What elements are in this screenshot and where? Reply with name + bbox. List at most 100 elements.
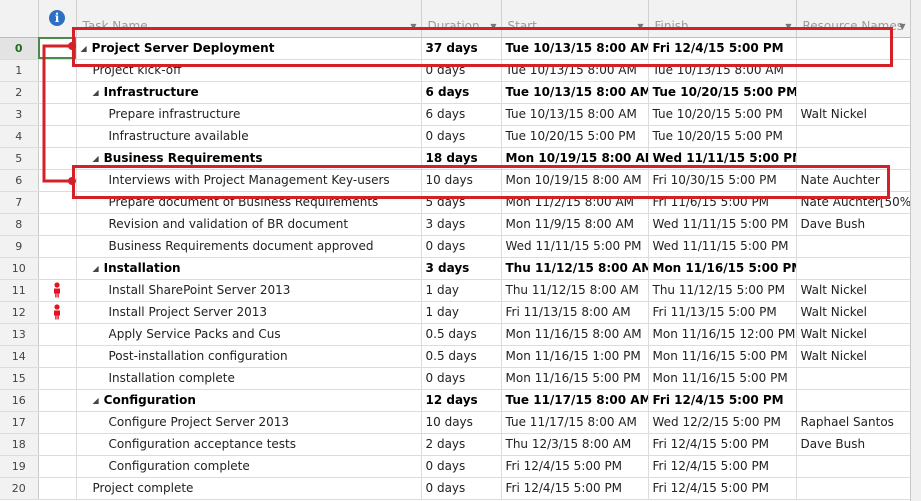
row-number[interactable]: 9: [0, 235, 39, 258]
resource-names-cell[interactable]: Dave Bush: [796, 433, 911, 456]
resource-names-cell[interactable]: Dave Bush: [796, 213, 911, 236]
start-cell[interactable]: Tue 10/13/15 8:00 AM: [501, 59, 649, 82]
duration-cell[interactable]: 0 days: [421, 125, 502, 148]
row-number[interactable]: 1: [0, 59, 39, 82]
resource-names-cell[interactable]: Walt Nickel: [796, 323, 911, 346]
table-row[interactable]: 5 ◢ Business Requirements 18 days Mon 10/19/…: [0, 147, 911, 170]
start-cell[interactable]: Tue 10/20/15 5:00 PM: [501, 125, 649, 148]
row-number[interactable]: 12: [0, 301, 39, 324]
row-number[interactable]: 18: [0, 433, 39, 456]
finish-column-header[interactable]: Finish ▼: [648, 0, 797, 38]
table-row[interactable]: 17 Configure Project Server 2013 10 days Tu…: [0, 411, 911, 434]
finish-cell[interactable]: Fri 11/6/15 5:00 PM: [648, 191, 797, 214]
collapse-triangle-icon[interactable]: ◢: [93, 88, 99, 97]
table-row[interactable]: 12 Install Project Server 2013 1 day Fri 11…: [0, 301, 911, 324]
start-cell[interactable]: Wed 11/11/15 5:00 PM: [501, 235, 649, 258]
duration-cell[interactable]: 1 day: [421, 279, 502, 302]
collapse-triangle-icon[interactable]: ◢: [93, 154, 99, 163]
duration-cell[interactable]: 37 days: [421, 37, 502, 60]
finish-cell[interactable]: Wed 12/2/15 5:00 PM: [648, 411, 797, 434]
table-row[interactable]: 6 Interviews with Project Management Key-…: [0, 169, 911, 192]
finish-cell[interactable]: Fri 12/4/15 5:00 PM: [648, 389, 797, 412]
start-cell[interactable]: Thu 12/3/15 8:00 AM: [501, 433, 649, 456]
start-cell[interactable]: Mon 11/9/15 8:00 AM: [501, 213, 649, 236]
resource-names-cell[interactable]: [796, 389, 911, 412]
dropdown-arrow-icon[interactable]: ▼: [490, 22, 496, 31]
finish-cell[interactable]: Thu 11/12/15 5:00 PM: [648, 279, 797, 302]
resource-names-cell[interactable]: Raphael Santos: [796, 411, 911, 434]
resource-names-cell[interactable]: [796, 59, 911, 82]
task-name-cell[interactable]: ◢ Business Requirements: [76, 147, 422, 170]
duration-cell[interactable]: 6 days: [421, 103, 502, 126]
duration-cell[interactable]: 18 days: [421, 147, 502, 170]
duration-cell[interactable]: 12 days: [421, 389, 502, 412]
finish-cell[interactable]: Wed 11/11/15 5:00 PM: [648, 235, 797, 258]
task-name-cell[interactable]: Install Project Server 2013: [76, 301, 422, 324]
task-name-cell[interactable]: Revision and validation of BR document: [76, 213, 422, 236]
finish-cell[interactable]: Tue 10/20/15 5:00 PM: [648, 125, 797, 148]
table-row[interactable]: 19 Configuration complete 0 days Fri 12/4/1…: [0, 455, 911, 478]
duration-cell[interactable]: 3 days: [421, 213, 502, 236]
table-row[interactable]: 9 Business Requirements document approved…: [0, 235, 911, 258]
resource-names-cell[interactable]: Nate Auchter: [796, 169, 911, 192]
row-number[interactable]: 5: [0, 147, 39, 170]
duration-cell[interactable]: 2 days: [421, 433, 502, 456]
start-cell[interactable]: Thu 11/12/15 8:00 AM: [501, 279, 649, 302]
table-row[interactable]: 16 ◢ Configuration 12 days Tue 11/17/15 8:00…: [0, 389, 911, 412]
overallocated-person-icon[interactable]: [52, 304, 62, 320]
dropdown-arrow-icon[interactable]: ▼: [637, 22, 643, 31]
finish-cell[interactable]: Mon 11/16/15 12:00 PM: [648, 323, 797, 346]
duration-column-header[interactable]: Duration ▼: [421, 0, 502, 38]
duration-cell[interactable]: 1 day: [421, 301, 502, 324]
table-row[interactable]: 11 Install SharePoint Server 2013 1 day Thu…: [0, 279, 911, 302]
task-name-cell[interactable]: Prepare document of Business Requirement…: [76, 191, 422, 214]
task-name-cell[interactable]: Infrastructure available: [76, 125, 422, 148]
row-number[interactable]: 4: [0, 125, 39, 148]
task-name-cell[interactable]: ◢ Configuration: [76, 389, 422, 412]
start-cell[interactable]: Tue 10/13/15 8:00 AM: [501, 81, 649, 104]
finish-cell[interactable]: Mon 11/16/15 5:00 PM: [648, 257, 797, 280]
finish-cell[interactable]: Fri 12/4/15 5:00 PM: [648, 37, 797, 60]
finish-cell[interactable]: Fri 12/4/15 5:00 PM: [648, 455, 797, 478]
row-number[interactable]: 7: [0, 191, 39, 214]
resource-names-cell[interactable]: Nate Auchter[50%]: [796, 191, 911, 214]
duration-cell[interactable]: 10 days: [421, 169, 502, 192]
collapse-triangle-icon[interactable]: ◢: [81, 44, 87, 53]
duration-cell[interactable]: 0 days: [421, 477, 502, 500]
row-number[interactable]: 2: [0, 81, 39, 104]
start-cell[interactable]: Fri 12/4/15 5:00 PM: [501, 455, 649, 478]
task-name-cell[interactable]: ◢ Project Server Deployment: [76, 37, 422, 60]
duration-cell[interactable]: 0 days: [421, 59, 502, 82]
resource-names-cell[interactable]: [796, 125, 911, 148]
task-name-cell[interactable]: Configuration complete: [76, 455, 422, 478]
task-name-cell[interactable]: Installation complete: [76, 367, 422, 390]
task-name-cell[interactable]: Configure Project Server 2013: [76, 411, 422, 434]
resource-names-cell[interactable]: [796, 367, 911, 390]
finish-cell[interactable]: Tue 10/20/15 5:00 PM: [648, 81, 797, 104]
collapse-triangle-icon[interactable]: ◢: [93, 396, 99, 405]
resource-names-cell[interactable]: [796, 37, 911, 60]
dropdown-arrow-icon[interactable]: ▼: [899, 22, 905, 31]
task-name-cell[interactable]: Project kick-off: [76, 59, 422, 82]
row-number[interactable]: 17: [0, 411, 39, 434]
start-cell[interactable]: Tue 10/13/15 8:00 AM: [501, 103, 649, 126]
duration-cell[interactable]: 3 days: [421, 257, 502, 280]
task-name-cell[interactable]: Prepare infrastructure: [76, 103, 422, 126]
resource-names-cell[interactable]: [796, 235, 911, 258]
resource-names-cell[interactable]: Walt Nickel: [796, 301, 911, 324]
table-row[interactable]: 7 Prepare document of Business Requiremen…: [0, 191, 911, 214]
duration-cell[interactable]: 0 days: [421, 235, 502, 258]
table-row[interactable]: 0 ◢ Project Server Deployment 37 days Tue 10…: [0, 37, 911, 60]
row-number[interactable]: 0: [0, 37, 39, 60]
start-cell[interactable]: Thu 11/12/15 8:00 AM: [501, 257, 649, 280]
duration-cell[interactable]: 0.5 days: [421, 323, 502, 346]
table-row[interactable]: 14 Post-installation configuration 0.5 day…: [0, 345, 911, 368]
resource-names-cell[interactable]: [796, 455, 911, 478]
table-row[interactable]: 15 Installation complete 0 days Mon 11/16/1…: [0, 367, 911, 390]
table-row[interactable]: 1 Project kick-off 0 days Tue 10/13/15 8:00…: [0, 59, 911, 82]
start-cell[interactable]: Mon 10/19/15 8:00 AM: [501, 147, 649, 170]
finish-cell[interactable]: Wed 11/11/15 5:00 PM: [648, 213, 797, 236]
start-cell[interactable]: Fri 12/4/15 5:00 PM: [501, 477, 649, 500]
resource-names-cell[interactable]: [796, 147, 911, 170]
start-cell[interactable]: Tue 11/17/15 8:00 AM: [501, 389, 649, 412]
